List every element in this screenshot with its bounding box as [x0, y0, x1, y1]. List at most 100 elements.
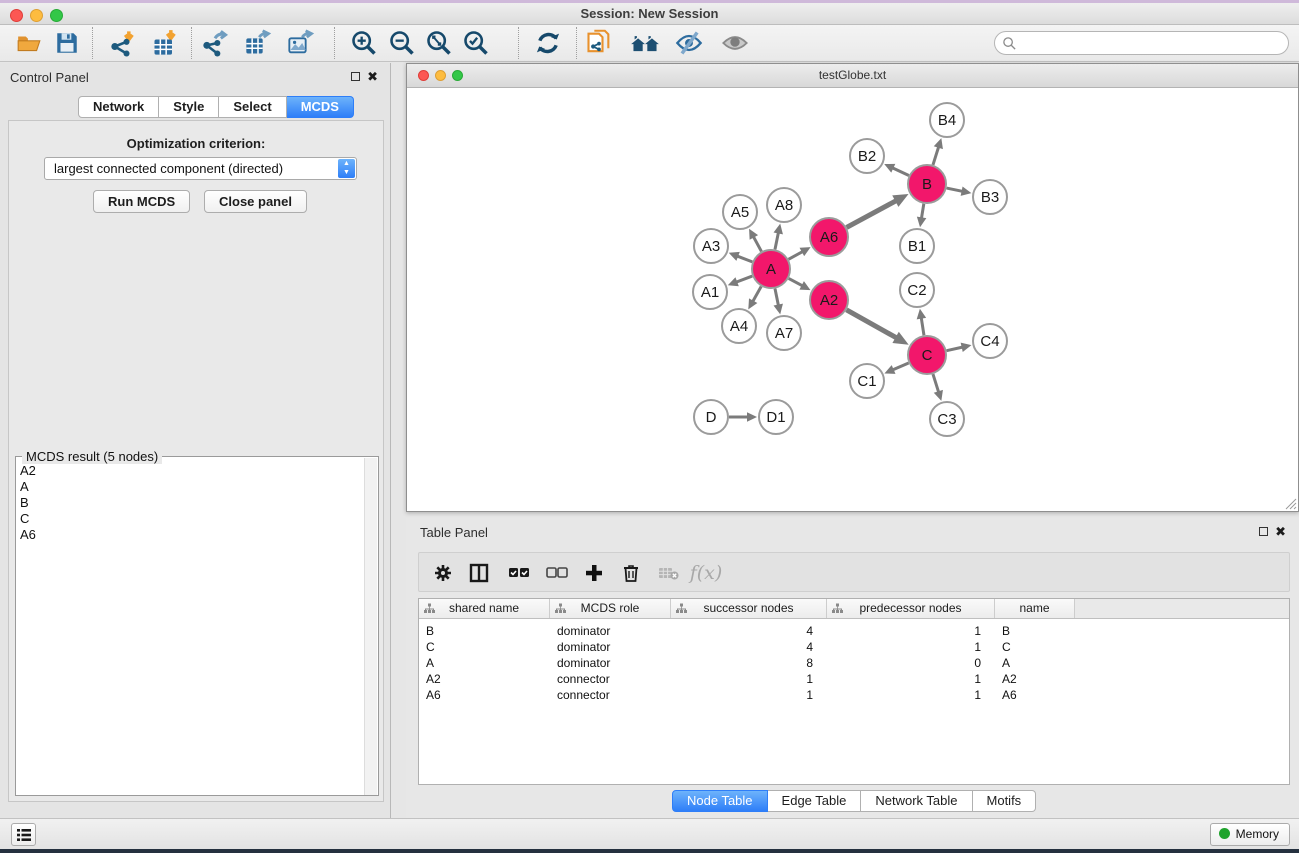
result-item[interactable]: C: [18, 511, 358, 527]
open-session-icon[interactable]: [14, 28, 44, 58]
table-row[interactable]: Bdominator41B: [419, 623, 1289, 639]
tab-network-table[interactable]: Network Table: [861, 790, 972, 812]
hide-selected-icon[interactable]: [674, 28, 704, 58]
table-cell[interactable]: 1: [827, 639, 995, 655]
table-cell[interactable]: dominator: [550, 655, 671, 671]
table-cell[interactable]: A2: [995, 671, 1075, 687]
table-cell[interactable]: B: [995, 623, 1075, 639]
table-cell[interactable]: A6: [419, 687, 550, 703]
graph-edge-A-A4[interactable]: [752, 286, 761, 302]
float-panel-icon[interactable]: [1259, 527, 1268, 536]
graph-edge-A-A5[interactable]: [753, 236, 762, 252]
tab-motifs[interactable]: Motifs: [973, 790, 1037, 812]
graph-edge-A-A6[interactable]: [789, 251, 804, 259]
show-eye-icon[interactable]: [720, 28, 750, 58]
table-cell[interactable]: C: [419, 639, 550, 655]
zoom-network-button[interactable]: [452, 70, 463, 81]
graph-edge-B-B3[interactable]: [947, 188, 964, 192]
search-input[interactable]: [1021, 34, 1281, 52]
zoom-selected-icon[interactable]: [461, 28, 491, 58]
graph-edge-B-B2[interactable]: [891, 167, 908, 175]
close-panel-icon[interactable]: ✖: [367, 69, 378, 85]
zoom-in-icon[interactable]: [349, 28, 379, 58]
save-session-icon[interactable]: [52, 28, 82, 58]
table-cell[interactable]: A2: [419, 671, 550, 687]
show-all-networks-icon[interactable]: [630, 28, 660, 58]
column-header-name[interactable]: name: [995, 599, 1075, 618]
minimize-window-button[interactable]: [30, 9, 43, 22]
network-canvas[interactable]: B4B2BB3A5A8A3A6B1AA1C2A4A7A2CC4C1C3DD1: [407, 88, 1298, 511]
refresh-layout-icon[interactable]: [533, 28, 563, 58]
select-all-icon[interactable]: [507, 561, 531, 585]
task-history-button[interactable]: [11, 823, 36, 846]
optimization-criterion-select[interactable]: largest connected component (directed) ▲…: [44, 157, 357, 180]
column-header-shared-name[interactable]: shared name: [419, 599, 550, 618]
tab-network[interactable]: Network: [78, 96, 159, 118]
import-table-icon[interactable]: [150, 28, 180, 58]
table-cell[interactable]: 1: [671, 671, 827, 687]
tab-node-table[interactable]: Node Table: [672, 790, 768, 812]
table-cell[interactable]: dominator: [550, 623, 671, 639]
table-cell[interactable]: 4: [671, 639, 827, 655]
delete-column-icon[interactable]: [619, 561, 643, 585]
zoom-fit-icon[interactable]: [424, 28, 454, 58]
table-cell[interactable]: B: [419, 623, 550, 639]
memory-button[interactable]: Memory: [1210, 823, 1290, 846]
float-panel-icon[interactable]: [351, 72, 360, 81]
table-row[interactable]: Cdominator41C: [419, 639, 1289, 655]
column-header-MCDS-role[interactable]: MCDS role: [550, 599, 671, 618]
close-panel-icon[interactable]: ✖: [1275, 524, 1286, 540]
result-item[interactable]: A2: [18, 463, 358, 479]
result-item[interactable]: A: [18, 479, 358, 495]
tab-edge-table[interactable]: Edge Table: [768, 790, 862, 812]
table-row[interactable]: A6connector11A6: [419, 687, 1289, 703]
table-cell[interactable]: A: [995, 655, 1075, 671]
table-cell[interactable]: connector: [550, 687, 671, 703]
table-cell[interactable]: 1: [827, 671, 995, 687]
export-table-icon[interactable]: [243, 28, 273, 58]
graph-edge-A-A8[interactable]: [775, 231, 779, 249]
node-table[interactable]: shared nameMCDS rolesuccessor nodesprede…: [418, 598, 1290, 785]
function-builder-icon[interactable]: f(x): [694, 561, 718, 585]
tab-style[interactable]: Style: [159, 96, 219, 118]
zoom-window-button[interactable]: [50, 9, 63, 22]
zoom-out-icon[interactable]: [387, 28, 417, 58]
graph-edge-B-B4[interactable]: [933, 146, 939, 165]
settings-gear-icon[interactable]: [431, 561, 455, 585]
table-row[interactable]: Adominator80A: [419, 655, 1289, 671]
graph-edge-C-C2[interactable]: [921, 317, 924, 336]
graph-edge-A-A3[interactable]: [736, 256, 752, 262]
table-cell[interactable]: 1: [671, 687, 827, 703]
close-network-button[interactable]: [418, 70, 429, 81]
table-cell[interactable]: 0: [827, 655, 995, 671]
result-scrollbar[interactable]: [364, 458, 377, 795]
graph-edge-A-A1[interactable]: [735, 276, 752, 282]
tab-mcds[interactable]: MCDS: [287, 96, 354, 118]
table-cell[interactable]: dominator: [550, 639, 671, 655]
table-cell[interactable]: connector: [550, 671, 671, 687]
run-mcds-button[interactable]: Run MCDS: [93, 190, 190, 213]
table-cell[interactable]: 4: [671, 623, 827, 639]
column-header-successor-nodes[interactable]: successor nodes: [671, 599, 827, 618]
graph-edge-B-B1[interactable]: [921, 204, 924, 220]
table-cell[interactable]: A6: [995, 687, 1075, 703]
minimize-network-button[interactable]: [435, 70, 446, 81]
graph-edge-C-C4[interactable]: [947, 347, 964, 351]
export-network-icon[interactable]: [200, 28, 230, 58]
clone-network-icon[interactable]: [584, 28, 614, 58]
table-cell[interactable]: A: [419, 655, 550, 671]
graph-edge-A-A2[interactable]: [789, 278, 804, 286]
tab-select[interactable]: Select: [219, 96, 286, 118]
table-cell[interactable]: 1: [827, 687, 995, 703]
search-field[interactable]: [994, 31, 1289, 55]
close-window-button[interactable]: [10, 9, 23, 22]
close-panel-button[interactable]: Close panel: [204, 190, 307, 213]
graph-edge-C-C3[interactable]: [933, 374, 939, 393]
result-item[interactable]: A6: [18, 527, 358, 543]
table-cell[interactable]: 8: [671, 655, 827, 671]
split-columns-icon[interactable]: [467, 561, 491, 585]
graph-edge-A2-C[interactable]: [846, 310, 897, 339]
export-image-icon[interactable]: [286, 28, 316, 58]
table-row[interactable]: A2connector11A2: [419, 671, 1289, 687]
table-cell[interactable]: C: [995, 639, 1075, 655]
